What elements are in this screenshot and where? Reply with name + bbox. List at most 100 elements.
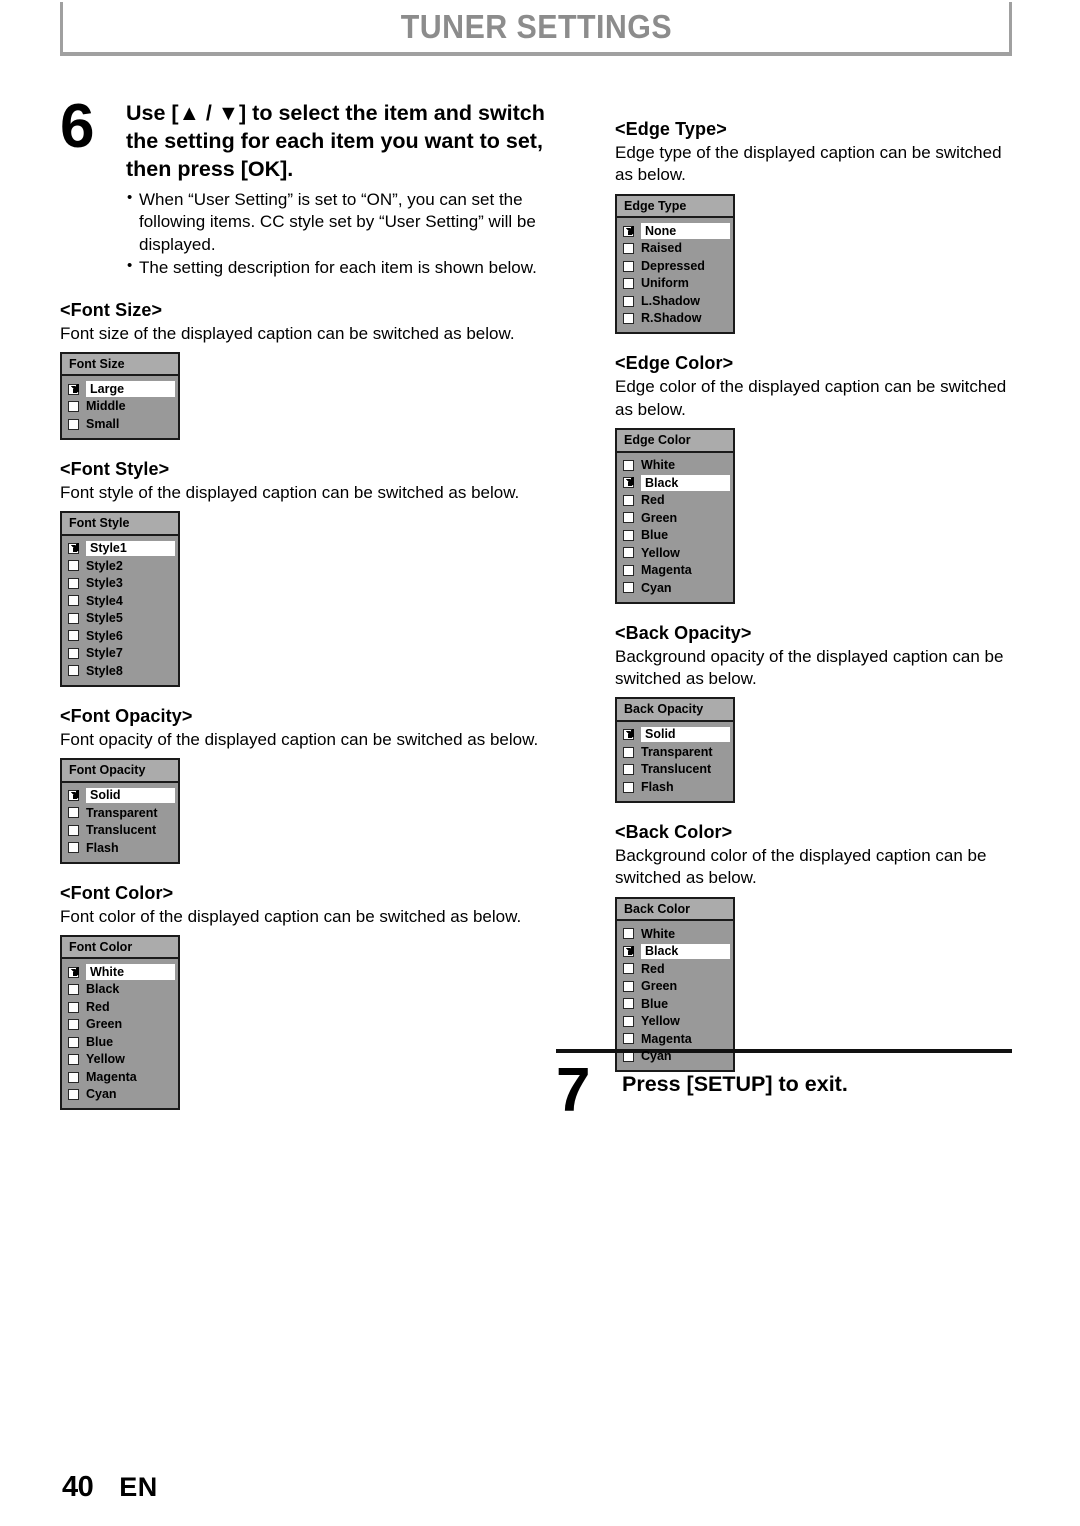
osd-option-style7[interactable]: Style7 — [62, 645, 178, 663]
checkbox-icon[interactable] — [68, 612, 79, 624]
checkbox-icon[interactable] — [68, 1054, 79, 1066]
osd-option-magenta[interactable]: Magenta — [617, 1030, 733, 1048]
osd-option-cyan[interactable]: Cyan — [62, 1086, 178, 1104]
checkbox-icon[interactable] — [68, 560, 79, 572]
checkbox-icon[interactable] — [68, 647, 79, 659]
checkbox-icon[interactable] — [68, 401, 79, 413]
checkbox-icon[interactable] — [623, 529, 634, 541]
checkbox-checked-icon[interactable] — [68, 966, 79, 978]
osd-option-style6[interactable]: Style6 — [62, 627, 178, 645]
checkbox-icon[interactable] — [623, 295, 634, 307]
checkbox-icon[interactable] — [623, 278, 634, 289]
checkbox-icon[interactable] — [623, 746, 634, 758]
osd-option-large[interactable]: Large — [62, 380, 178, 398]
osd-option-style1[interactable]: Style1 — [62, 540, 178, 558]
osd-option-flash[interactable]: Flash — [62, 839, 178, 857]
checkbox-checked-icon[interactable] — [68, 383, 79, 395]
checkbox-checked-icon[interactable] — [623, 225, 634, 237]
osd-option-transparent[interactable]: Transparent — [617, 743, 733, 761]
checkbox-icon[interactable] — [623, 928, 634, 940]
osd-menu-back-opacity: Back Opacity Solid Transparent Translucent F… — [615, 697, 735, 803]
osd-option-white[interactable]: White — [617, 925, 733, 943]
osd-menu-title: Back Opacity — [617, 699, 733, 722]
osd-option-green[interactable]: Green — [617, 509, 733, 527]
osd-option-magenta[interactable]: Magenta — [617, 562, 733, 580]
osd-option-red[interactable]: Red — [62, 998, 178, 1016]
checkbox-icon[interactable] — [623, 980, 634, 992]
checkbox-checked-icon[interactable] — [68, 542, 79, 554]
osd-option-style5[interactable]: Style5 — [62, 610, 178, 628]
checkbox-icon[interactable] — [68, 630, 79, 642]
osd-option-blue[interactable]: Blue — [617, 527, 733, 545]
osd-option-middle[interactable]: Middle — [62, 398, 178, 416]
osd-option-solid[interactable]: Solid — [617, 726, 733, 744]
checkbox-icon[interactable] — [623, 1033, 634, 1045]
osd-option-red[interactable]: Red — [617, 960, 733, 978]
osd-option-translucent[interactable]: Translucent — [617, 761, 733, 779]
checkbox-icon[interactable] — [68, 824, 79, 836]
osd-option-style8[interactable]: Style8 — [62, 662, 178, 680]
checkbox-icon[interactable] — [68, 1071, 79, 1083]
osd-option-l-shadow[interactable]: L.Shadow — [617, 292, 733, 310]
osd-option-black[interactable]: Black — [617, 474, 733, 492]
checkbox-icon[interactable] — [623, 998, 634, 1010]
osd-option-green[interactable]: Green — [62, 1016, 178, 1034]
checkbox-icon[interactable] — [623, 494, 634, 506]
checkbox-icon[interactable] — [623, 243, 634, 254]
checkbox-checked-icon[interactable] — [623, 477, 634, 489]
osd-option-magenta[interactable]: Magenta — [62, 1068, 178, 1086]
osd-option-style2[interactable]: Style2 — [62, 557, 178, 575]
osd-option-blue[interactable]: Blue — [62, 1033, 178, 1051]
osd-option-yellow[interactable]: Yellow — [617, 1013, 733, 1031]
checkbox-icon[interactable] — [623, 764, 634, 775]
osd-option-yellow[interactable]: Yellow — [617, 544, 733, 562]
checkbox-icon[interactable] — [68, 577, 79, 589]
checkbox-icon[interactable] — [68, 1019, 79, 1031]
checkbox-icon[interactable] — [68, 1036, 79, 1048]
checkbox-icon[interactable] — [623, 512, 634, 524]
checkbox-icon[interactable] — [623, 1015, 634, 1027]
osd-option-none[interactable]: None — [617, 222, 733, 240]
checkbox-checked-icon[interactable] — [623, 945, 634, 957]
checkbox-icon[interactable] — [623, 459, 634, 471]
osd-option-black[interactable]: Black — [62, 981, 178, 999]
osd-option-style3[interactable]: Style3 — [62, 575, 178, 593]
osd-option-red[interactable]: Red — [617, 492, 733, 510]
checkbox-icon[interactable] — [623, 313, 634, 324]
osd-option-r-shadow[interactable]: R.Shadow — [617, 310, 733, 328]
checkbox-icon[interactable] — [623, 260, 634, 272]
checkbox-icon[interactable] — [68, 1001, 79, 1013]
osd-option-transparent[interactable]: Transparent — [62, 804, 178, 822]
checkbox-icon[interactable] — [68, 418, 79, 430]
checkbox-icon[interactable] — [68, 807, 79, 819]
osd-option-raised[interactable]: Raised — [617, 240, 733, 258]
checkbox-icon[interactable] — [68, 984, 79, 996]
checkbox-icon[interactable] — [68, 665, 79, 677]
osd-option-depressed[interactable]: Depressed — [617, 257, 733, 275]
checkbox-icon[interactable] — [623, 582, 634, 594]
osd-option-cyan[interactable]: Cyan — [617, 579, 733, 597]
checkbox-icon[interactable] — [623, 564, 634, 576]
checkbox-icon[interactable] — [623, 963, 634, 975]
osd-option-uniform[interactable]: Uniform — [617, 275, 733, 293]
checkbox-checked-icon[interactable] — [68, 789, 79, 801]
checkbox-icon[interactable] — [623, 547, 634, 559]
osd-option-white[interactable]: White — [617, 457, 733, 475]
osd-option-green[interactable]: Green — [617, 978, 733, 996]
osd-option-blue[interactable]: Blue — [617, 995, 733, 1013]
osd-option-white[interactable]: White — [62, 963, 178, 981]
checkbox-icon[interactable] — [68, 595, 79, 607]
checkbox-icon[interactable] — [68, 1089, 79, 1101]
osd-option-small[interactable]: Small — [62, 415, 178, 433]
osd-option-style4[interactable]: Style4 — [62, 592, 178, 610]
osd-option-black[interactable]: Black — [617, 943, 733, 961]
osd-option-flash[interactable]: Flash — [617, 778, 733, 796]
checkbox-icon[interactable] — [623, 781, 634, 793]
checkbox-checked-icon[interactable] — [623, 729, 634, 740]
osd-option-solid[interactable]: Solid — [62, 787, 178, 805]
osd-option-label: Uniform — [641, 276, 689, 291]
checkbox-icon[interactable] — [68, 842, 79, 854]
osd-menu-edge-type: Edge Type None Raised Depressed Uniform L.Sha… — [615, 193, 735, 335]
osd-option-translucent[interactable]: Translucent — [62, 822, 178, 840]
osd-option-yellow[interactable]: Yellow — [62, 1051, 178, 1069]
